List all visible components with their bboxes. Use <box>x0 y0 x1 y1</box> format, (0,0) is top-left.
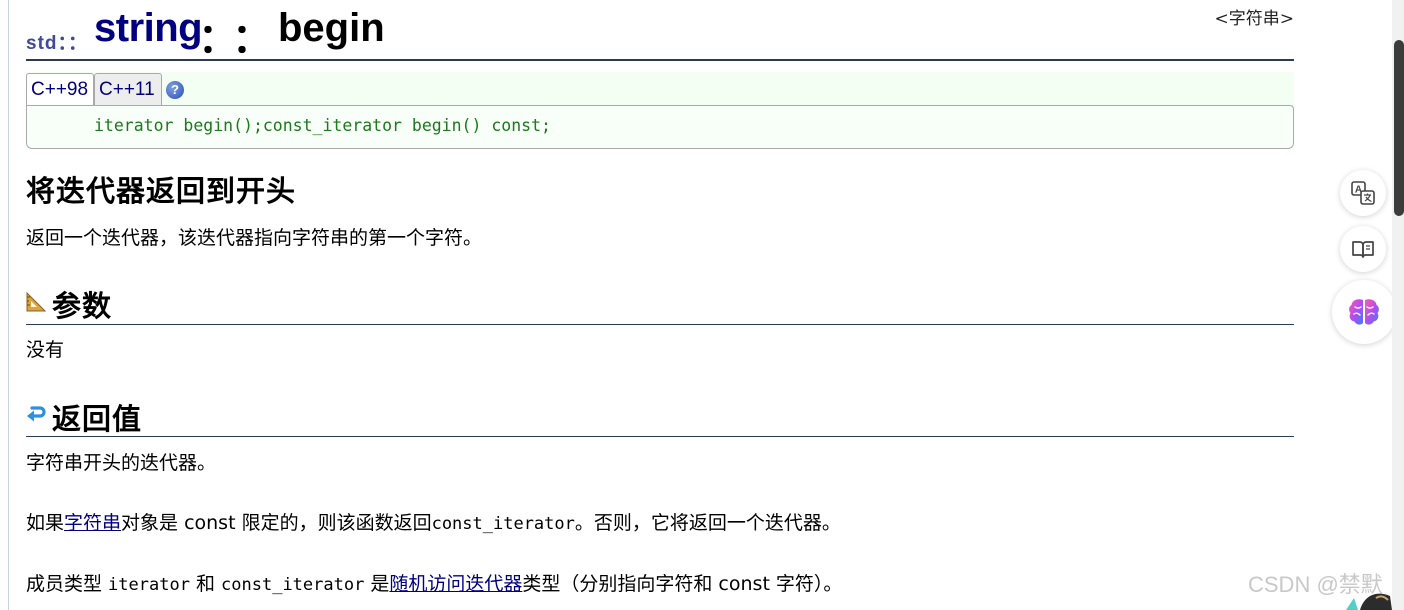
parameters-divider <box>26 324 1294 325</box>
help-question-icon[interactable]: ? <box>166 81 184 99</box>
ai-assistant-button[interactable] <box>1332 280 1396 344</box>
text-segment: 。 <box>821 512 841 534</box>
parameters-heading: 参数 <box>52 289 113 323</box>
return-value-divider <box>26 436 1294 437</box>
scrollbar-thumb[interactable] <box>1394 40 1404 216</box>
return-value-line-1: 字符串开头的迭代器。 <box>26 452 217 474</box>
title-scope-operator: ：： <box>198 17 286 61</box>
set-square-icon <box>26 292 46 312</box>
text-segment: 类型（分别指向字符和 const 字符）。 <box>522 573 843 595</box>
random-access-iterator-link[interactable]: 随机访问迭代器 <box>389 573 522 595</box>
tab-cpp98[interactable]: C++98 <box>26 73 94 105</box>
prototype-tab-bar <box>26 72 1294 106</box>
header-section-tag[interactable]: <字符串> <box>1215 4 1295 29</box>
text-segment: 如果 <box>26 512 65 534</box>
prototype-code: iterator begin();const_iterator begin() … <box>94 116 551 135</box>
text-segment: 成员类型 <box>26 573 109 595</box>
translate-button[interactable]: A <box>1340 170 1386 216</box>
prototype-box: iterator begin();const_iterator begin() … <box>26 105 1294 149</box>
text-segment: 。否则，它将返回一个 <box>574 512 765 534</box>
return-arrow-icon <box>27 406 46 422</box>
page-title: std：： string ：： begin <字符串> <box>26 4 1295 61</box>
title-member-name: begin <box>278 6 385 50</box>
tab-cpp11[interactable]: C++11 <box>94 73 162 105</box>
corner-avatar-icon <box>1346 593 1392 610</box>
return-value-line-3: 成员类型 iterator 和 const_iterator 是随机访问迭代器类… <box>26 569 842 596</box>
text-segment: 对象是 const 限定的，则该函数返回 <box>121 512 432 534</box>
code-iterator: iterator <box>108 575 190 595</box>
page-left-border <box>8 0 9 610</box>
main-heading: 将迭代器返回到开头 <box>26 174 297 208</box>
title-divider <box>26 59 1294 61</box>
reader-button[interactable] <box>1340 226 1386 272</box>
code-const-iterator: const_iterator <box>431 514 575 534</box>
return-value-line-2: 如果字符串对象是 const 限定的，则该函数返回const_iterator。… <box>26 508 841 535</box>
title-namespace: std：： <box>26 33 89 54</box>
reader-book-icon <box>1352 241 1374 258</box>
translate-icon: A <box>1351 181 1375 205</box>
main-description: 返回一个迭代器，该迭代器指向字符串的第一个字符。 <box>26 227 483 249</box>
iterator-term: 迭代器 <box>764 512 822 534</box>
parameters-text: 没有 <box>26 339 65 361</box>
title-class-name: string <box>94 6 203 50</box>
code-const-iterator: const_iterator <box>221 575 365 595</box>
return-value-heading: 返回值 <box>52 402 143 436</box>
text-segment: 和 <box>189 573 222 595</box>
text-segment: 是 <box>364 573 390 595</box>
string-link[interactable]: 字符串 <box>64 512 121 534</box>
ai-brain-icon <box>1349 299 1379 325</box>
